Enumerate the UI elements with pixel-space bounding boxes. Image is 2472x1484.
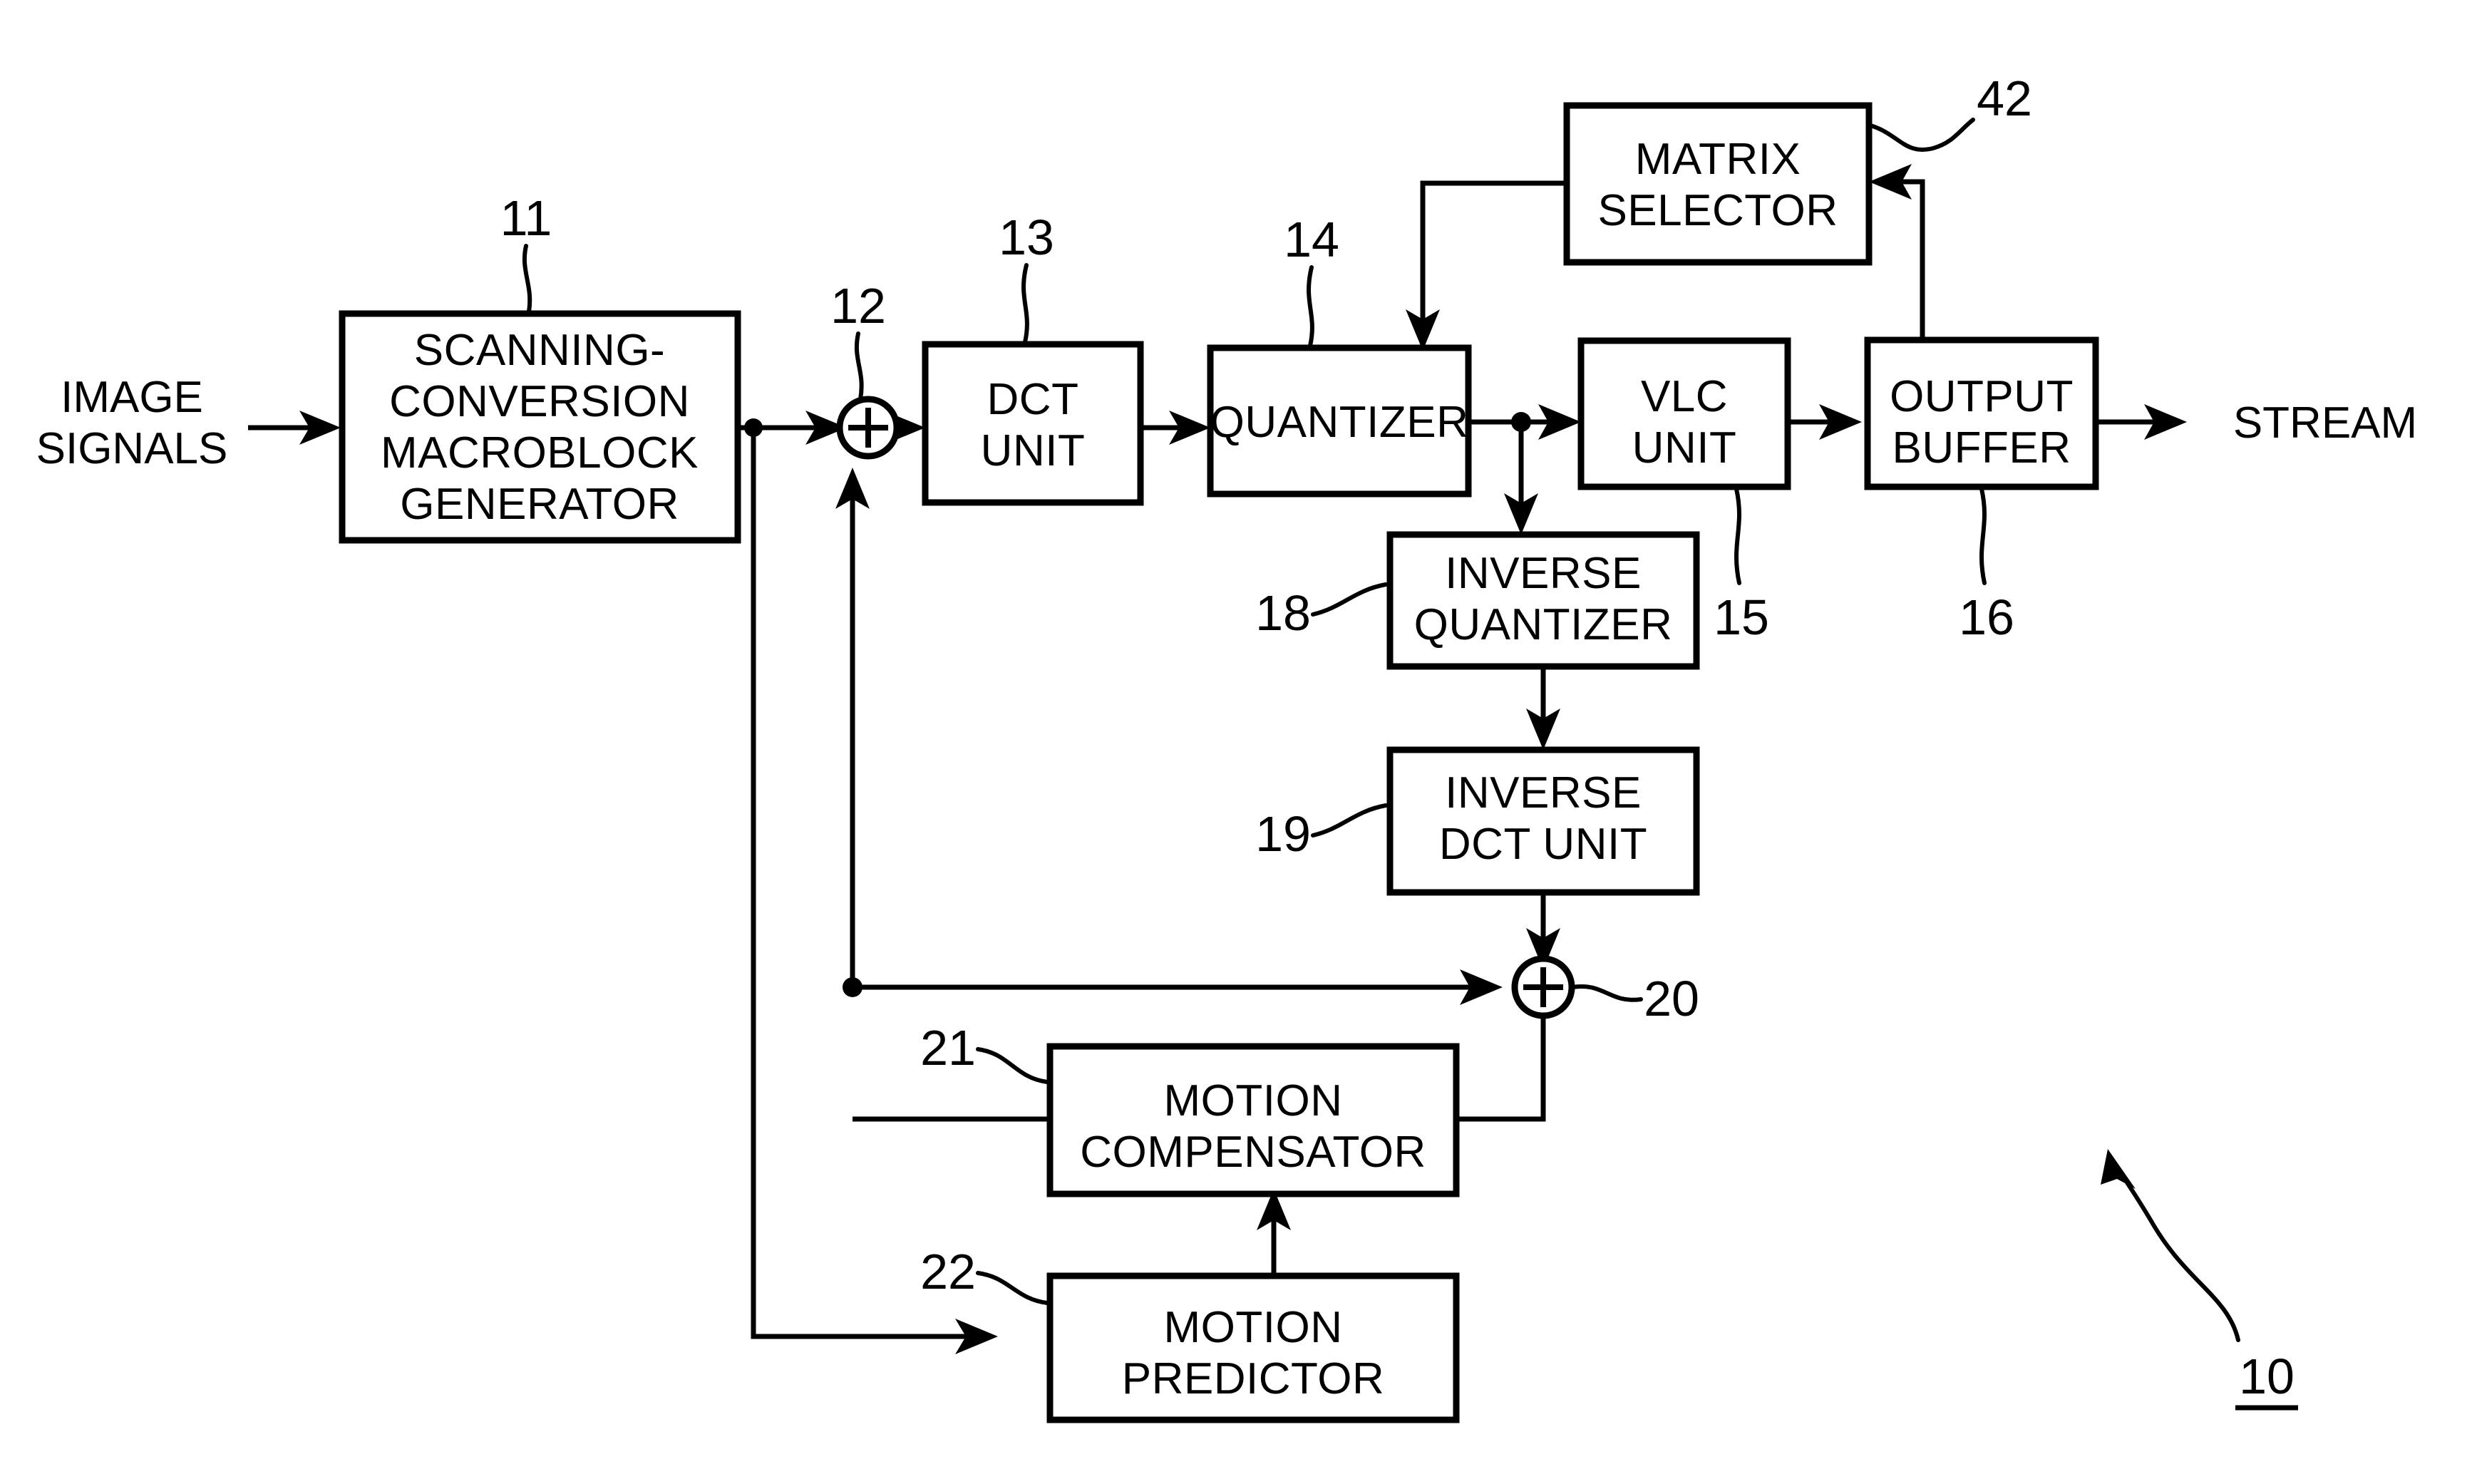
ref-numeral-42: 42 [1977,71,2032,126]
leader-10-curved-arrow [2101,1149,2240,1342]
block-label-line: UNIT [1632,423,1737,473]
figure-reference-10: 10 [2235,1349,2298,1411]
block-label-line: DCT UNIT [1439,820,1647,869]
ref-numeral-13: 13 [999,210,1054,265]
ref-numeral-12: 12 [830,278,886,334]
label-image-signals: IMAGE SIGNALS [36,373,228,473]
wire-output-buffer-to-stream [2096,404,2187,440]
block-label-line: QUANTIZER [1414,600,1673,649]
ref-numeral-18: 18 [1255,585,1311,641]
block-label-line: QUANTIZER [1210,398,1469,447]
leader-15 [1734,487,1741,585]
leader-21 [976,1047,1049,1084]
leader-18 [1311,582,1388,617]
block-output-buffer[interactable]: OUTPUT BUFFER [1864,336,2099,490]
adder-20[interactable] [1511,955,1575,1019]
leader-42 [1868,118,1975,152]
ref-numeral-21: 21 [920,1020,976,1076]
adder-12[interactable] [836,396,900,460]
figure-canvas: SCANNING- CONVERSION MACROBLOCK GENERATO… [0,0,2472,1484]
wire-adder12-bottom-input [835,468,870,987]
block-motion-predictor[interactable]: MOTION PREDICTOR [1046,1272,1460,1423]
ref-numeral-22: 22 [920,1244,976,1299]
wire-quantizer-to-vlc [1468,404,1581,440]
ref-numeral-15: 15 [1714,589,1769,645]
wire-motion-predictor-to-compensator [1257,1189,1291,1276]
label-stream-line: STREAM [2233,398,2417,448]
block-label-line: SELECTOR [1597,186,1838,235]
ref-numeral-20: 20 [1644,971,1699,1026]
ref-numeral-10-text: 10 [2239,1349,2295,1404]
block-label-line: MATRIX [1635,135,1801,184]
leader-14 [1307,265,1314,348]
block-label-line: COMPENSATOR [1080,1128,1426,1177]
block-label-line: INVERSE [1445,768,1642,818]
wire-junction-to-adder20 [843,969,1503,1005]
ref-numeral-11: 11 [500,190,552,246]
block-label-line: DCT [987,375,1079,424]
ref-numeral-14: 14 [1284,212,1339,267]
leader-20 [1570,984,1643,1002]
block-label-line: OUTPUT [1890,372,2074,421]
label-stream: STREAM [2233,398,2417,448]
wire-scanning-branch-to-motion-predictor [751,428,998,1354]
block-inverse-dct-unit[interactable]: INVERSE DCT UNIT [1386,746,1700,896]
block-matrix-selector[interactable]: MATRIX SELECTOR [1563,102,1873,266]
block-diagram-svg: SCANNING- CONVERSION MACROBLOCK GENERATO… [36,71,2417,1423]
block-label-line: PREDICTOR [1122,1354,1385,1403]
block-label-line: MOTION [1164,1303,1343,1352]
wire-image-to-scanning [248,411,341,445]
leader-19 [1311,803,1388,838]
block-motion-compensator[interactable]: MOTION COMPENSATOR [1046,1043,1460,1197]
block-label-line: UNIT [981,426,1086,475]
block-label-line: CONVERSION [389,377,690,426]
block-label-line: BUFFER [1892,423,2071,473]
wire-dct-to-quantizer [1140,411,1210,445]
leader-12 [854,331,864,401]
block-label-line: GENERATOR [400,480,679,529]
label-image-signals-line: SIGNALS [36,424,228,473]
block-label-line: MACROBLOCK [381,428,699,478]
wire-quantizer-branch-to-inverse-quantizer [1504,422,1538,535]
wire-inverse-quantizer-to-inverse-dct [1526,666,1560,750]
block-vlc-unit[interactable]: VLC UNIT [1577,337,1791,490]
ref-numeral-16: 16 [1959,589,2014,645]
block-label-line: INVERSE [1445,549,1642,598]
block-label-line: VLC [1641,372,1728,421]
wire-matrix-selector-to-quantizer [1406,180,1567,351]
label-image-signals-line: IMAGE [61,373,203,422]
block-quantizer[interactable]: QUANTIZER [1207,344,1472,498]
block-inverse-quantizer[interactable]: INVERSE QUANTIZER [1386,531,1700,670]
wire-vlc-to-output-buffer [1788,404,1862,440]
block-dct-unit[interactable]: DCT UNIT [922,341,1144,506]
leader-11 [522,244,532,314]
block-scanning-conversion-macroblock-generator[interactable]: SCANNING- CONVERSION MACROBLOCK GENERATO… [339,310,741,544]
leader-22 [976,1271,1049,1305]
leader-13 [1021,263,1029,344]
ref-numeral-19: 19 [1255,806,1311,862]
block-label-line: MOTION [1164,1076,1343,1125]
block-label-line: SCANNING- [414,326,665,375]
wire-output-buffer-to-matrix-selector [1869,164,1925,340]
leader-16 [1979,487,1987,585]
